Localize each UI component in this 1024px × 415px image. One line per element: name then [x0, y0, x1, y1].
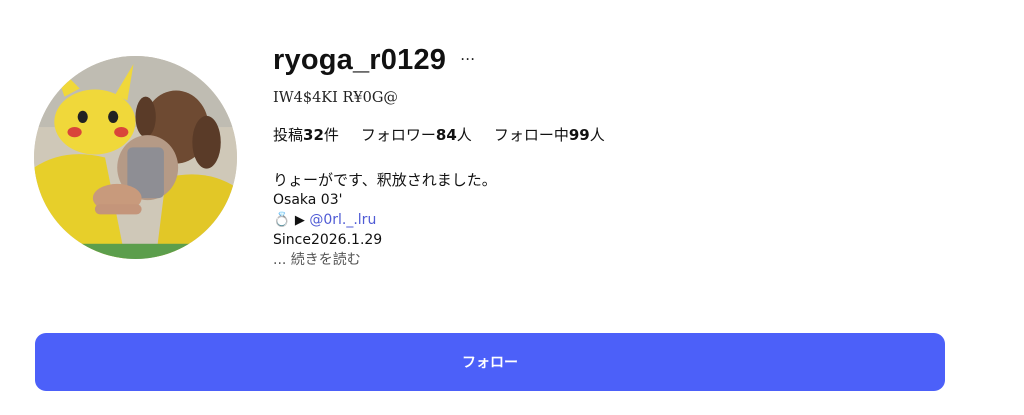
bio-line-4: Since2026.1.29	[273, 232, 383, 248]
display-name: IW4$4KI R¥0G@	[273, 90, 398, 106]
read-more-link[interactable]: ... 続きを読む	[273, 250, 973, 270]
mention-link[interactable]: @0rl._.lru	[309, 212, 376, 228]
follow-button[interactable]: フォロー	[35, 333, 945, 391]
stat-followers[interactable]: フォロワー84人	[361, 124, 472, 145]
name-row: ryoga_r0129 …	[273, 40, 973, 80]
profile-avatar[interactable]	[34, 56, 237, 259]
username: ryoga_r0129	[273, 43, 447, 76]
more-options-icon[interactable]: …	[460, 46, 476, 64]
bio-line-2: Osaka 03'	[273, 192, 343, 208]
play-icon: ▶	[294, 213, 305, 228]
stat-following[interactable]: フォロー中99人	[494, 124, 605, 145]
stat-posts[interactable]: 投稿32件	[273, 124, 339, 145]
bio-line-1: りょーがです、釈放されました。	[273, 171, 497, 189]
profile-bio: りょーがです、釈放されました。 Osaka 03' 💍 ▶ @0rl._.lru…	[273, 170, 973, 270]
avatar-photo	[34, 56, 237, 259]
profile-stats: 投稿32件 フォロワー84人 フォロー中99人	[273, 123, 973, 145]
bio-line-3: 💍 ▶ @0rl._.lru	[273, 210, 973, 230]
profile-info: ryoga_r0129 … IW4$4KI R¥0G@ 投稿32件 フォロワー8…	[273, 40, 973, 270]
ring-icon: 💍	[273, 212, 291, 228]
